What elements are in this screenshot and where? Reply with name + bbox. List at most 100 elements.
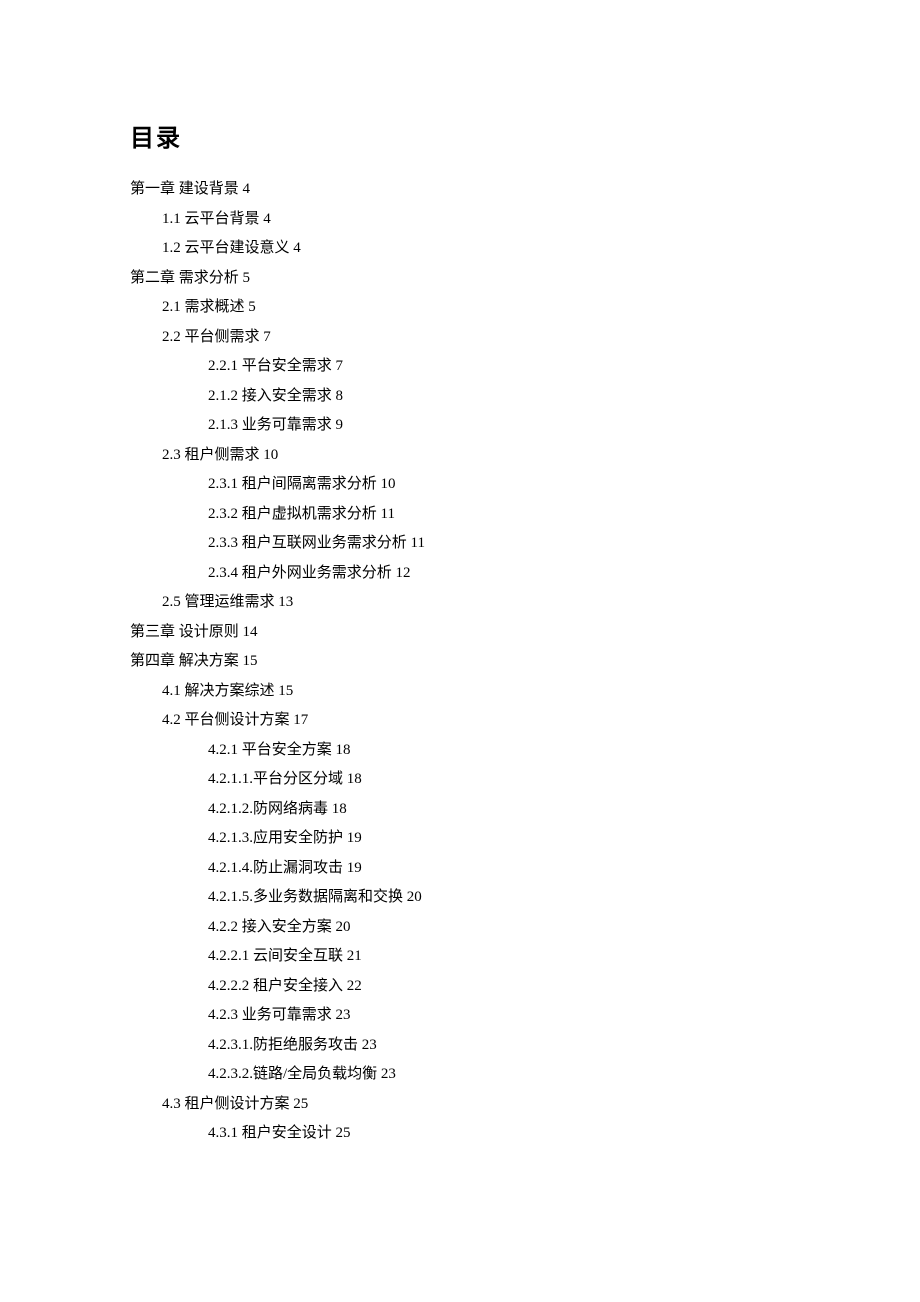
toc-entry-page: 25 (332, 1125, 351, 1141)
toc-entry-label: 4.2.2.1 云间安全互联 (208, 948, 343, 964)
toc-entry-page: 4 (239, 181, 250, 197)
toc-entry-page: 15 (275, 683, 294, 699)
toc-entry: 2.3.3 租户互联网业务需求分析 11 (130, 529, 790, 559)
toc-entry-label: 4.3.1 租户安全设计 (208, 1125, 332, 1141)
toc-entry: 2.1.2 接入安全需求 8 (130, 382, 790, 412)
toc-entry-label: 1.2 云平台建设意义 (162, 240, 290, 256)
toc-entry: 4.1 解决方案综述 15 (130, 677, 790, 707)
toc-entry: 4.2.1 平台安全方案 18 (130, 736, 790, 766)
toc-entry-page: 19 (343, 830, 362, 846)
toc-entry-label: 4.1 解决方案综述 (162, 683, 275, 699)
toc-entry-label: 4.2.1 平台安全方案 (208, 742, 332, 758)
toc-entry-page: 14 (239, 624, 258, 640)
toc-entry-label: 第一章 建设背景 (130, 181, 239, 197)
toc-entry: 2.2 平台侧需求 7 (130, 323, 790, 353)
toc-entry-page: 23 (358, 1037, 377, 1053)
toc-entry: 第三章 设计原则 14 (130, 618, 790, 648)
toc-entry: 4.2.3.1.防拒绝服务攻击 23 (130, 1031, 790, 1061)
toc-entry-label: 4.2.3 业务可靠需求 (208, 1007, 332, 1023)
toc-entry: 第一章 建设背景 4 (130, 175, 790, 205)
toc-entry-page: 4 (260, 211, 271, 227)
toc-entry: 4.2.3 业务可靠需求 23 (130, 1001, 790, 1031)
toc-entry-page: 18 (343, 771, 362, 787)
toc-entry-label: 第二章 需求分析 (130, 270, 239, 286)
toc-entry: 1.2 云平台建设意义 4 (130, 234, 790, 264)
toc-entry-page: 17 (290, 712, 309, 728)
toc-entry-label: 2.1 需求概述 (162, 299, 245, 315)
toc-entry: 2.3.4 租户外网业务需求分析 12 (130, 559, 790, 589)
toc-entry: 4.2.2.2 租户安全接入 22 (130, 972, 790, 1002)
toc-entry: 4.2.3.2.链路/全局负载均衡 23 (130, 1060, 790, 1090)
toc-entry-label: 2.3 租户侧需求 (162, 447, 260, 463)
toc-entry-page: 23 (377, 1066, 396, 1082)
toc-entry: 1.1 云平台背景 4 (130, 205, 790, 235)
toc-entry-label: 4.2.1.1.平台分区分域 (208, 771, 343, 787)
toc-entry: 2.5 管理运维需求 13 (130, 588, 790, 618)
toc-entry: 4.3.1 租户安全设计 25 (130, 1119, 790, 1149)
toc-entry-page: 12 (392, 565, 411, 581)
toc-entry-page: 19 (343, 860, 362, 876)
toc-entry-page: 13 (275, 594, 294, 610)
toc-entry: 4.2.1.5.多业务数据隔离和交换 20 (130, 883, 790, 913)
toc-entry: 4.2.2 接入安全方案 20 (130, 913, 790, 943)
toc-entry: 2.2.1 平台安全需求 7 (130, 352, 790, 382)
toc-entry-label: 4.3 租户侧设计方案 (162, 1096, 290, 1112)
toc-entry-page: 10 (377, 476, 396, 492)
toc-entry-label: 4.2.1.3.应用安全防护 (208, 830, 343, 846)
toc-entry-label: 2.3.4 租户外网业务需求分析 (208, 565, 392, 581)
toc-entry-label: 4.2.3.1.防拒绝服务攻击 (208, 1037, 358, 1053)
toc-entry-page: 20 (403, 889, 422, 905)
toc-entry-page: 7 (332, 358, 343, 374)
toc-entry-page: 23 (332, 1007, 351, 1023)
toc-entry-label: 4.2.1.5.多业务数据隔离和交换 (208, 889, 403, 905)
toc-entry: 2.3.2 租户虚拟机需求分析 11 (130, 500, 790, 530)
toc-entry: 4.2.1.2.防网络病毒 18 (130, 795, 790, 825)
toc-entry-label: 2.3.2 租户虚拟机需求分析 (208, 506, 377, 522)
toc-entry-page: 4 (290, 240, 301, 256)
toc-entry-label: 2.2 平台侧需求 (162, 329, 260, 345)
toc-entry-label: 4.2.3.2.链路/全局负载均衡 (208, 1066, 377, 1082)
toc-entry-page: 21 (343, 948, 362, 964)
toc-entry-page: 15 (239, 653, 258, 669)
toc-entry-label: 第四章 解决方案 (130, 653, 239, 669)
toc-entry: 4.2.2.1 云间安全互联 21 (130, 942, 790, 972)
toc-entry: 4.2.1.1.平台分区分域 18 (130, 765, 790, 795)
toc-entry-label: 2.3.3 租户互联网业务需求分析 (208, 535, 407, 551)
toc-entry: 4.2 平台侧设计方案 17 (130, 706, 790, 736)
toc-entry-page: 8 (332, 388, 343, 404)
toc-entry-page: 11 (407, 535, 425, 551)
toc-title: 目录 (130, 118, 790, 153)
toc-entry-label: 4.2 平台侧设计方案 (162, 712, 290, 728)
toc-entry-page: 22 (343, 978, 362, 994)
toc-entry-page: 20 (332, 919, 351, 935)
toc-entry-label: 2.5 管理运维需求 (162, 594, 275, 610)
toc-entry-label: 4.2.1.2.防网络病毒 (208, 801, 328, 817)
toc-entry: 第二章 需求分析 5 (130, 264, 790, 294)
document-page: 目录 第一章 建设背景 41.1 云平台背景 41.2 云平台建设意义 4第二章… (0, 0, 920, 1229)
toc-entry-page: 18 (332, 742, 351, 758)
toc-entry-label: 4.2.2 接入安全方案 (208, 919, 332, 935)
toc-entry: 4.2.1.3.应用安全防护 19 (130, 824, 790, 854)
toc-entry: 2.3 租户侧需求 10 (130, 441, 790, 471)
toc-entry: 4.3 租户侧设计方案 25 (130, 1090, 790, 1120)
toc-entry-label: 第三章 设计原则 (130, 624, 239, 640)
toc-entry-label: 2.1.3 业务可靠需求 (208, 417, 332, 433)
toc-entry-page: 5 (239, 270, 250, 286)
toc-entry-page: 11 (377, 506, 395, 522)
toc-entry: 2.3.1 租户间隔离需求分析 10 (130, 470, 790, 500)
toc-entry-page: 25 (290, 1096, 309, 1112)
toc-entry-label: 4.2.1.4.防止漏洞攻击 (208, 860, 343, 876)
toc-entry: 4.2.1.4.防止漏洞攻击 19 (130, 854, 790, 884)
toc-entry-label: 4.2.2.2 租户安全接入 (208, 978, 343, 994)
toc-entry-page: 18 (328, 801, 347, 817)
toc-entry: 2.1.3 业务可靠需求 9 (130, 411, 790, 441)
toc-entry-page: 9 (332, 417, 343, 433)
toc-container: 第一章 建设背景 41.1 云平台背景 41.2 云平台建设意义 4第二章 需求… (130, 175, 790, 1149)
toc-entry: 第四章 解决方案 15 (130, 647, 790, 677)
toc-entry-label: 2.2.1 平台安全需求 (208, 358, 332, 374)
toc-entry-page: 7 (260, 329, 271, 345)
toc-entry-label: 2.1.2 接入安全需求 (208, 388, 332, 404)
toc-entry: 2.1 需求概述 5 (130, 293, 790, 323)
toc-entry-page: 10 (260, 447, 279, 463)
toc-entry-label: 2.3.1 租户间隔离需求分析 (208, 476, 377, 492)
